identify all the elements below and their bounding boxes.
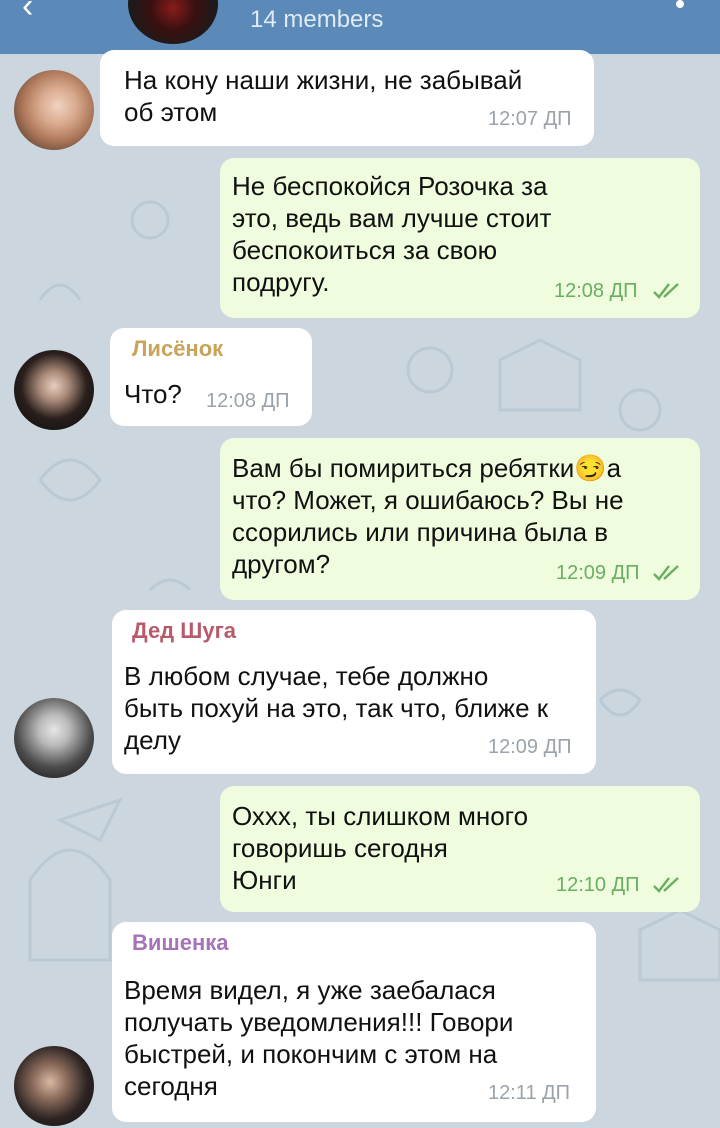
avatar[interactable]	[14, 698, 94, 778]
message-bubble-outgoing[interactable]: Не беспокойся Розочка за это, ведь вам л…	[220, 158, 700, 318]
message-time: 12:11 ДП	[488, 1082, 571, 1104]
read-checks-icon	[653, 877, 679, 893]
sender-name[interactable]: Вишенка	[132, 930, 229, 956]
sender-name[interactable]: Лисёнок	[132, 336, 223, 362]
avatar[interactable]	[14, 70, 94, 150]
menu-dots-icon[interactable]	[676, 0, 684, 8]
back-arrow-icon[interactable]: ‹	[22, 0, 62, 26]
sender-name[interactable]: Дед Шуга	[132, 618, 236, 644]
avatar[interactable]	[14, 350, 94, 430]
message-bubble-outgoing[interactable]: Оххх, ты слишком много говоришь сегодня …	[220, 786, 700, 912]
message-bubble-incoming[interactable]: На кону наши жизни, не забывай об этом 1…	[100, 50, 594, 146]
message-time: 12:07 ДП	[488, 108, 572, 130]
members-count: 14 members	[250, 6, 384, 33]
message-bubble-incoming[interactable]: Дед Шуга В любом случае, тебе должно быт…	[112, 610, 596, 774]
read-checks-icon	[653, 283, 679, 299]
message-text: Не беспокойся Розочка за это, ведь вам л…	[232, 171, 552, 297]
message-time: 12:10 ДП	[556, 874, 640, 896]
message-text: Вам бы помириться ребятки😏а что? Может, …	[232, 453, 624, 579]
message-bubble-outgoing[interactable]: Вам бы помириться ребятки😏а что? Может, …	[220, 438, 700, 600]
read-checks-icon	[653, 565, 679, 581]
message-bubble-incoming[interactable]: Вишенка Время видел, я уже заебалася пол…	[112, 922, 596, 1122]
message-time: 12:08 ДП	[206, 390, 290, 412]
message-time: 12:08 ДП	[554, 280, 638, 302]
chat-header: ‹ 14 members	[0, 0, 720, 54]
message-text: Что?	[124, 379, 182, 409]
message-time: 12:09 ДП	[556, 562, 640, 584]
group-avatar[interactable]	[128, 0, 218, 44]
message-bubble-incoming[interactable]: Лисёнок Что? 12:08 ДП	[110, 328, 312, 426]
avatar[interactable]	[14, 1046, 94, 1126]
message-time: 12:09 ДП	[488, 736, 572, 758]
